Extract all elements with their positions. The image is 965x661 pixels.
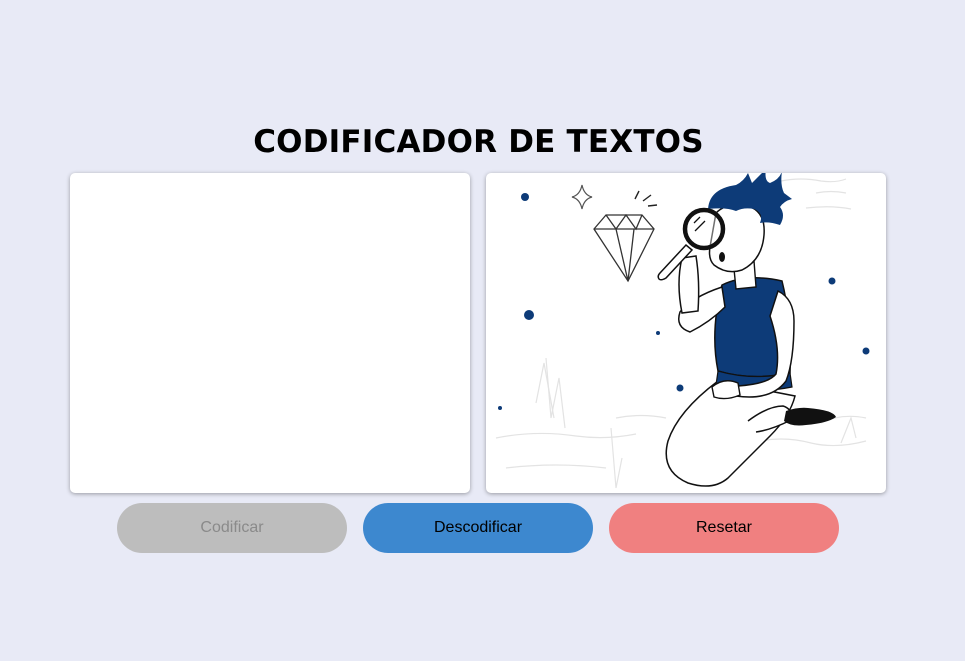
decode-button[interactable]: Descodificar <box>363 503 593 553</box>
text-input-panel <box>70 173 470 493</box>
page-title: CODIFICADOR DE TEXTOS <box>253 124 704 160</box>
text-input[interactable] <box>70 173 470 493</box>
illustration-panel <box>486 173 886 493</box>
encode-button[interactable]: Codificar <box>117 503 347 553</box>
reset-button[interactable]: Resetar <box>609 503 839 553</box>
app-page: CODIFICADOR DE TEXTOS Codificar Descodif… <box>0 0 965 661</box>
detective-illustration-icon <box>495 173 870 489</box>
